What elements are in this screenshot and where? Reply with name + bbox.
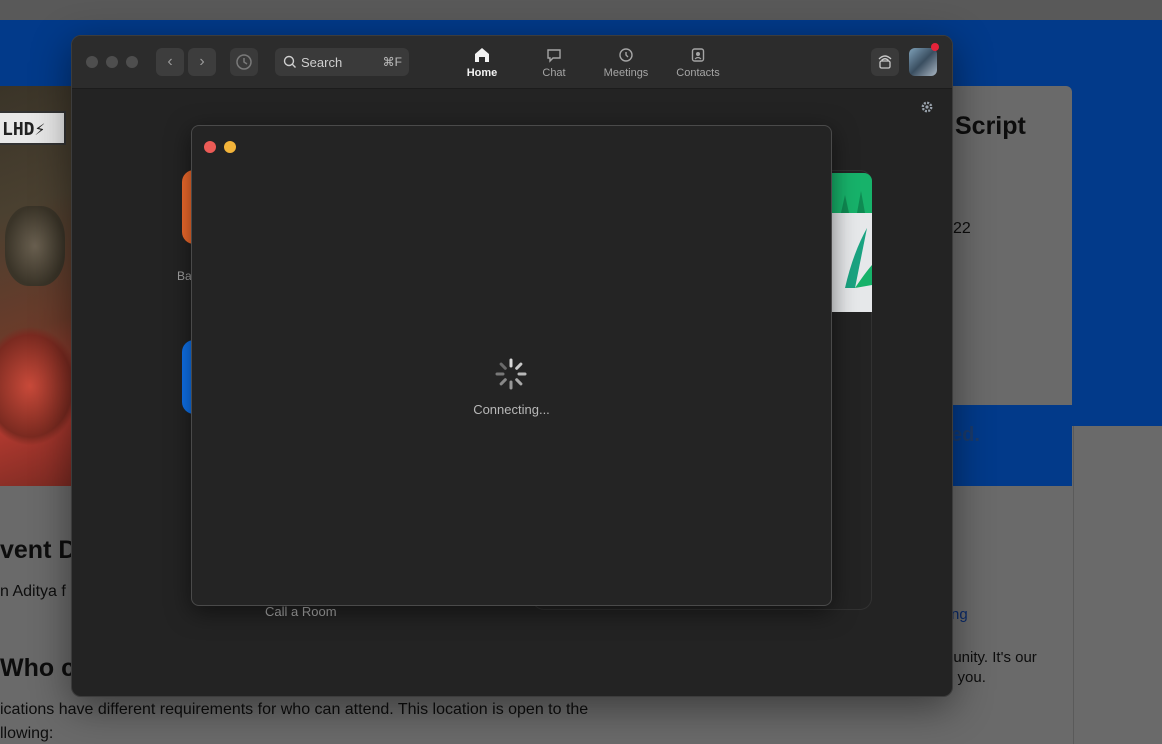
tile-label-partial: Ba — [177, 269, 192, 283]
lhd-logo-badge: LHD⚡ — [0, 111, 66, 145]
browser-top-bar — [0, 0, 1162, 20]
phone-handoff-button[interactable] — [871, 48, 899, 76]
search-input[interactable]: Search ⌘F — [275, 48, 409, 76]
connecting-dialog: Connecting... — [191, 125, 832, 606]
zoom-title-bar: ‹ › Search ⌘F Home Chat Meetings Contact… — [72, 36, 952, 89]
search-icon — [283, 55, 296, 68]
chevron-left-icon: ‹ — [167, 53, 173, 70]
history-icon — [236, 54, 252, 70]
tab-meetings[interactable]: Meetings — [590, 44, 662, 84]
search-shortcut: ⌘F — [382, 55, 402, 69]
event-heading: vent D — [0, 536, 77, 564]
panel-heading: Script — [955, 112, 1026, 140]
phone-handoff-icon — [878, 55, 892, 69]
contacts-icon — [691, 48, 705, 62]
dialog-close-button[interactable] — [204, 141, 216, 153]
tab-home[interactable]: Home — [446, 44, 518, 84]
window-zoom-button[interactable] — [126, 56, 138, 68]
call-a-room-label: Call a Room — [265, 604, 337, 619]
tab-chat[interactable]: Chat — [518, 44, 590, 84]
window-minimize-button[interactable] — [106, 56, 118, 68]
window-close-button[interactable] — [86, 56, 98, 68]
profile-avatar[interactable] — [909, 48, 937, 76]
search-placeholder: Search — [301, 55, 343, 70]
page-link[interactable]: ng — [951, 606, 968, 623]
attendance-text-line2: llowing: — [0, 725, 54, 742]
card-illustration — [831, 173, 872, 312]
chevron-right-icon: › — [199, 53, 205, 70]
leaf-icon — [841, 191, 872, 288]
clock-icon — [619, 48, 633, 62]
page-right-column — [1073, 426, 1162, 744]
callout-text: ed. — [951, 424, 980, 446]
dialog-minimize-button[interactable] — [224, 141, 236, 153]
attendance-text-line1: ications have different requirements for… — [0, 701, 589, 718]
back-button[interactable]: ‹ — [156, 48, 184, 76]
tab-contacts[interactable]: Contacts — [662, 44, 734, 84]
gear-icon[interactable] — [920, 100, 934, 114]
chat-icon — [547, 49, 561, 63]
forward-button[interactable]: › — [188, 48, 216, 76]
panel-date-fragment: 22 — [953, 220, 971, 237]
connecting-status-text: Connecting... — [473, 402, 550, 417]
loading-spinner-icon — [495, 358, 527, 390]
home-icon — [475, 48, 489, 62]
event-description: n Aditya f — [0, 583, 66, 600]
history-button[interactable] — [230, 48, 258, 76]
community-text-line1: nunity. It's our — [945, 649, 1037, 666]
notification-badge — [931, 43, 939, 51]
